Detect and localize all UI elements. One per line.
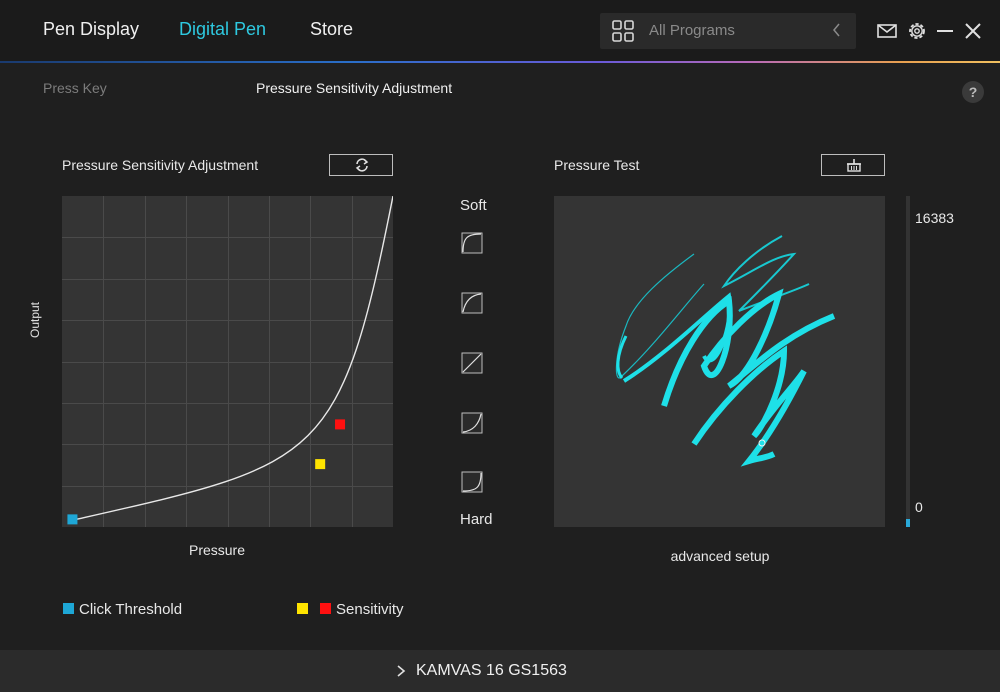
sensitivity-handle-red[interactable] (335, 419, 346, 430)
pressure-level-fill (906, 519, 910, 527)
program-selector[interactable]: All Programs (600, 13, 856, 49)
clear-icon (847, 159, 861, 172)
pressure-curve-graph[interactable] (62, 195, 394, 527)
pressure-max-value: 16383 (915, 210, 954, 226)
pressure-min-value: 0 (915, 499, 923, 515)
pressure-test-canvas[interactable] (554, 196, 885, 527)
preset-hard-label: Hard (460, 511, 493, 528)
refresh-icon (355, 158, 369, 172)
curve-panel-title: Pressure Sensitivity Adjustment (62, 157, 259, 173)
pressure-curve-line (71, 195, 394, 522)
pressure-curve-svg[interactable] (62, 195, 394, 527)
subtab-pressure-sensitivity[interactable]: Pressure Sensitivity Adjustment (256, 80, 452, 96)
gear-icon[interactable] (906, 20, 928, 42)
mail-icon[interactable] (876, 20, 898, 42)
minimize-icon[interactable] (934, 20, 956, 42)
advanced-setup-link[interactable]: advanced setup (650, 548, 790, 564)
help-icon[interactable]: ? (962, 81, 984, 103)
pressure-test-strokes (615, 235, 836, 467)
preset-soft-icon[interactable] (461, 292, 483, 314)
pressure-level-bar (906, 196, 910, 527)
program-selector-label: All Programs (649, 22, 735, 39)
legend-sensitivity-swatch-red (320, 603, 331, 614)
device-name: KAMVAS 16 GS1563 (416, 662, 567, 679)
preset-soft-label: Soft (460, 197, 487, 214)
preset-hardest-icon[interactable] (461, 471, 483, 493)
legend-sensitivity: Sensitivity (336, 601, 404, 618)
grid-icon (612, 20, 634, 42)
click-threshold-handle[interactable] (67, 514, 78, 525)
legend-click-threshold: Click Threshold (79, 601, 183, 618)
preset-softest-icon[interactable] (461, 232, 483, 254)
legend-sensitivity-swatch-yellow (297, 603, 308, 614)
tab-store[interactable]: Store (310, 19, 353, 40)
accent-line (0, 61, 1000, 63)
preset-hard-icon[interactable] (461, 412, 483, 434)
x-axis-label: Pressure (188, 542, 246, 558)
legend-threshold-swatch (63, 603, 74, 614)
chevron-right-icon (397, 665, 406, 677)
top-bar: Pen Display Digital Pen Store All Progra… (0, 0, 1000, 62)
test-panel-title: Pressure Test (554, 157, 640, 173)
tab-digital-pen[interactable]: Digital Pen (179, 19, 266, 40)
preset-linear-icon[interactable] (461, 352, 483, 374)
tab-pen-display[interactable]: Pen Display (43, 19, 139, 40)
sensitivity-handle-yellow[interactable] (315, 459, 326, 470)
device-footer[interactable]: KAMVAS 16 GS1563 (0, 650, 1000, 692)
subtab-press-key[interactable]: Press Key (43, 80, 107, 96)
chevron-left-icon[interactable] (830, 21, 844, 39)
clear-button[interactable] (821, 154, 885, 176)
close-icon[interactable] (962, 20, 984, 42)
reset-button[interactable] (329, 154, 393, 176)
y-axis-label: Output (28, 301, 42, 339)
